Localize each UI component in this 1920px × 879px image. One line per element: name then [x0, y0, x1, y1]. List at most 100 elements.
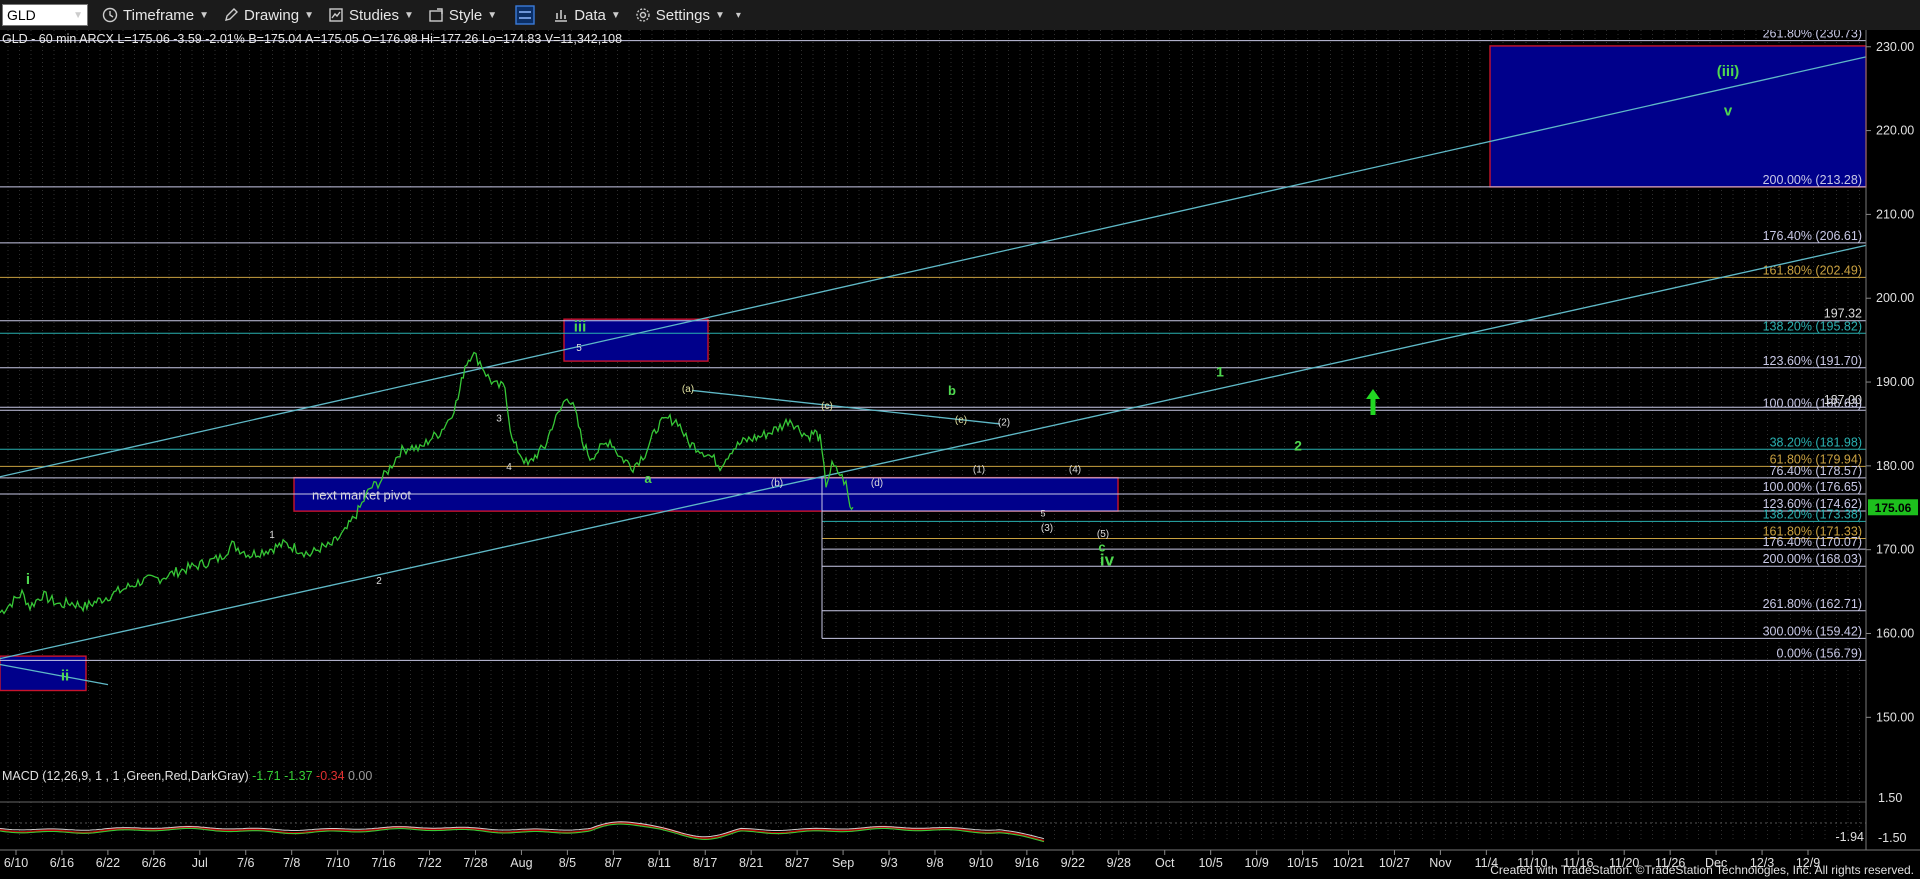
- wave-label: iv: [1100, 550, 1115, 569]
- studies-icon: [329, 8, 343, 22]
- target-zone: [0, 655, 87, 692]
- x-tick-label: 10/5: [1198, 856, 1222, 870]
- wave-label: iii: [574, 319, 587, 336]
- x-tick-label: 8/5: [559, 856, 576, 870]
- wave-label: (c): [821, 401, 833, 412]
- style-icon: [429, 8, 443, 22]
- studies-button[interactable]: Studies ▼: [328, 7, 414, 24]
- x-tick-label: 7/16: [371, 856, 395, 870]
- macd-axis-label: 1.50: [1878, 791, 1902, 805]
- fib-level-label: 261.80% (162.71): [1763, 597, 1862, 611]
- fib-level-label: 200.00% (213.28): [1763, 173, 1862, 187]
- macd-axis-label: -1.50: [1878, 831, 1907, 845]
- price-level-label: 187.00: [1824, 393, 1862, 407]
- x-tick-label: 7/22: [417, 856, 441, 870]
- fib-level-label: 138.20% (173.38): [1763, 507, 1862, 521]
- wave-label: v: [1724, 102, 1733, 119]
- x-tick-label: Oct: [1155, 856, 1175, 870]
- x-tick-label: 6/22: [96, 856, 120, 870]
- wave-label: ii: [61, 667, 69, 684]
- chevron-down-icon: ▼: [487, 9, 498, 21]
- studies-label: Studies: [348, 6, 400, 24]
- x-tick-label: 8/7: [605, 856, 622, 870]
- wave-label: 5: [576, 343, 582, 354]
- wave-label: a: [644, 471, 652, 486]
- wave-label: (a): [682, 384, 694, 395]
- settings-button[interactable]: Settings ▼ ▾: [635, 7, 741, 24]
- fib-level-label: 0.00% (156.79): [1777, 646, 1862, 660]
- price-chart[interactable]: next market pivot 261.80% (230.73) 200.00…: [0, 30, 1920, 879]
- layout-icon: [515, 5, 535, 25]
- y-tick-label: 190.00: [1876, 375, 1914, 389]
- macd-axis-label: -1.94: [1836, 830, 1865, 844]
- data-label: Data: [574, 6, 606, 24]
- x-tick-label: 9/8: [926, 856, 943, 870]
- x-tick-label: 8/27: [785, 856, 809, 870]
- fib-level-label: 76.40% (178.57): [1770, 464, 1862, 478]
- wave-label: 2: [376, 576, 382, 587]
- x-tick-label: 8/21: [739, 856, 763, 870]
- wave-label: (d): [871, 478, 883, 489]
- fib-level-label: 261.80% (230.73): [1763, 30, 1862, 41]
- x-tick-label: 7/28: [463, 856, 487, 870]
- layout-button[interactable]: [515, 5, 535, 25]
- timeframe-icon: [102, 7, 118, 23]
- chevron-down-icon: ▼: [199, 9, 210, 21]
- wave-label: 2: [1294, 437, 1302, 453]
- chevron-down-icon: ▼: [404, 9, 414, 21]
- zone-label: next market pivot: [312, 487, 411, 502]
- wave-label: i: [26, 571, 30, 588]
- symbol-value: GLD: [7, 7, 36, 23]
- wave-label: 1: [269, 530, 275, 541]
- y-tick-label: 230.00: [1876, 40, 1914, 54]
- x-tick-label: 10/15: [1287, 856, 1318, 870]
- x-tick-label: 9/16: [1015, 856, 1039, 870]
- y-tick-label: 200.00: [1876, 291, 1914, 305]
- x-tick-label: 9/10: [969, 856, 993, 870]
- data-button[interactable]: Data ▼: [553, 7, 621, 24]
- x-tick-label: 7/10: [325, 856, 349, 870]
- last-price-label: 175.06: [1875, 501, 1912, 515]
- y-tick-label: 160.00: [1876, 627, 1914, 641]
- x-tick-label: 9/28: [1107, 856, 1131, 870]
- style-label: Style: [448, 6, 483, 24]
- fib-level-label: 200.00% (168.03): [1763, 552, 1862, 566]
- wave-label: (b): [771, 478, 783, 489]
- fib-level-label: 38.20% (181.98): [1770, 435, 1862, 449]
- style-button[interactable]: Style ▼: [428, 7, 497, 24]
- wave-label: (1): [973, 465, 985, 476]
- wave-label: 3: [496, 413, 502, 424]
- x-tick-label: 10/9: [1244, 856, 1268, 870]
- bar-chart-icon: [555, 10, 568, 22]
- wave-label: (2): [998, 418, 1010, 429]
- y-tick-label: 220.00: [1876, 124, 1914, 138]
- x-tick-label: 9/22: [1061, 856, 1085, 870]
- drawing-label: Drawing: [244, 6, 300, 24]
- symbol-dropdown-icon: ▼: [73, 9, 83, 21]
- x-tick-label: 7/8: [283, 856, 300, 870]
- drawing-button[interactable]: Drawing ▼: [223, 7, 314, 24]
- wave-label: (3): [1041, 523, 1053, 534]
- fib-level-label: 300.00% (159.42): [1763, 624, 1862, 638]
- chart-header: GLD - 60 min ARCX L=175.06 -3.59 -2.01% …: [2, 32, 622, 46]
- macd-label: MACD (12,26,9, 1 , 1 ,Green,Red,DarkGray…: [2, 769, 252, 783]
- chevron-down-icon: ▼: [714, 9, 725, 21]
- gear-icon: [636, 8, 650, 22]
- x-tick-label: 8/11: [648, 856, 671, 870]
- symbol-input[interactable]: GLD ▼: [2, 4, 88, 26]
- macd-value: -1.71: [252, 769, 284, 783]
- x-tick-label: 6/26: [142, 856, 166, 870]
- y-tick-label: 150.00: [1876, 710, 1914, 724]
- timeframe-label: Timeframe: [123, 6, 195, 24]
- x-tick-label: Sep: [832, 856, 854, 870]
- target-zone: [1489, 45, 1867, 188]
- more-icon: ▾: [735, 9, 741, 21]
- fib-level-label: 138.20% (195.82): [1763, 319, 1862, 333]
- x-tick-label: 10/21: [1333, 856, 1364, 870]
- macd-value: -0.34: [316, 769, 348, 783]
- macd-value: -1.37: [284, 769, 316, 783]
- timeframe-button[interactable]: Timeframe ▼: [102, 7, 209, 24]
- wave-label: (4): [1069, 465, 1081, 476]
- wave-label: 5: [1040, 509, 1045, 519]
- y-tick-label: 180.00: [1876, 459, 1914, 473]
